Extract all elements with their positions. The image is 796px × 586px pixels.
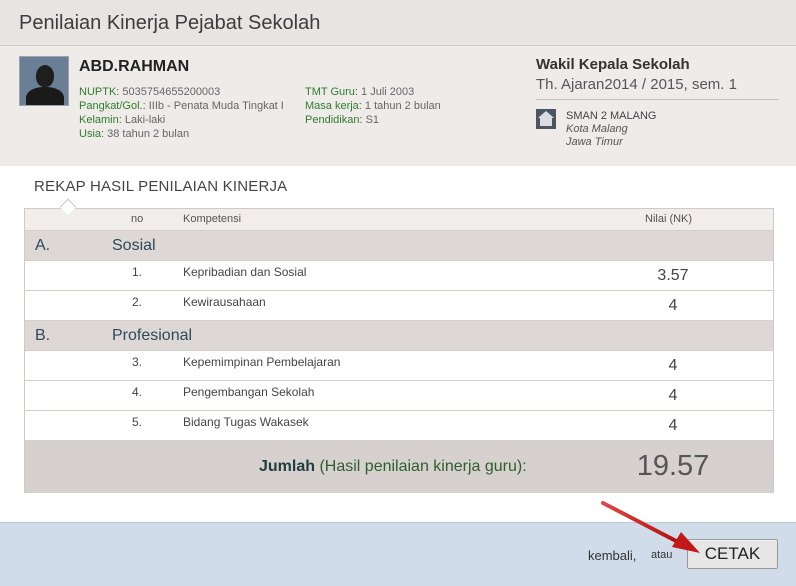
usia-value: 38 tahun 2 bulan (107, 128, 190, 140)
item-no: 3. (132, 355, 143, 369)
page-title: Penilaian Kinerja Pejabat Sekolah (19, 12, 321, 34)
school-province: Jawa Timur (566, 136, 623, 148)
header-no: no (131, 213, 144, 225)
avatar (19, 56, 69, 106)
header-kompetensi: Kompetensi (183, 213, 242, 225)
category-name: Sosial (112, 237, 156, 254)
role-title: Wakil Kepala Sekolah (536, 56, 690, 73)
profile-info-left: NUPTK: 5035754655200003 Pangkat/Gol.: II… (79, 85, 297, 141)
school-city: Kota Malang (566, 123, 628, 135)
category-letter: A. (35, 237, 51, 254)
divider (536, 99, 779, 100)
item-no: 4. (132, 385, 143, 399)
cetak-button[interactable]: CETAK (687, 539, 778, 569)
item-kompetensi: Kepemimpinan Pembelajaran (183, 355, 341, 369)
profile-info-right: TMT Guru: 1 Juli 2003 Masa kerja: 1 tahu… (305, 85, 525, 127)
pangkat-label: Pangkat/Gol.: (79, 100, 146, 112)
category-row: B. Profesional (25, 321, 773, 351)
kelamin-label: Kelamin: (79, 114, 122, 126)
header-nilai: Nilai (NK) (645, 213, 693, 225)
rekap-title: REKAP HASIL PENILAIAN KINERJA (34, 178, 288, 195)
school-name: SMAN 2 MALANG (566, 110, 657, 122)
tmt-label: TMT Guru: (305, 86, 358, 98)
table-row: 4. Pengembangan Sekolah 4 (25, 381, 773, 411)
academic-year: Th. Ajaran2014 / 2015, sem. 1 (536, 76, 737, 93)
item-kompetensi: Kewirausahaan (183, 295, 266, 309)
nuptk-value: 5035754655200003 (122, 86, 221, 98)
item-no: 1. (132, 265, 143, 279)
pendidikan-label: Pendidikan: (305, 114, 363, 126)
item-no: 2. (132, 295, 143, 309)
total-label-bold: Jumlah (259, 458, 316, 475)
total-label-rest: (Hasil penilaian kinerja guru): (315, 458, 527, 475)
item-nilai: 4 (668, 417, 678, 434)
table-header: no Kompetensi Nilai (NK) (25, 209, 773, 231)
profile-panel: ABD.RAHMAN NUPTK: 5035754655200003 Pangk… (0, 46, 796, 166)
table-row: 2. Kewirausahaan 4 (25, 291, 773, 321)
pangkat-value: IIIb - Penata Muda Tingkat I (148, 100, 284, 112)
total-row: Jumlah (Hasil penilaian kinerja guru): 1… (25, 441, 773, 493)
table-row: 1. Kepribadian dan Sosial 3.57 (25, 261, 773, 291)
school-location: Kota Malang Jawa Timur (566, 123, 628, 149)
footer-bar: kembali, atau CETAK (0, 522, 796, 586)
kelamin-value: Laki-laki (124, 114, 166, 126)
total-value: 19.57 (636, 450, 710, 482)
atau-text: atau (651, 549, 673, 561)
title-bar: Penilaian Kinerja Pejabat Sekolah (0, 0, 796, 46)
person-name: ABD.RAHMAN (79, 58, 190, 75)
tmt-value: 1 Juli 2003 (361, 86, 415, 98)
item-kompetensi: Pengembangan Sekolah (183, 385, 315, 399)
nuptk-label: NUPTK: (79, 86, 120, 98)
pendidikan-value: S1 (365, 114, 380, 126)
item-nilai: 3.57 (657, 267, 689, 284)
item-nilai: 4 (668, 357, 678, 374)
masa-kerja-value: 1 tahun 2 bulan (364, 100, 441, 112)
table-row: 5. Bidang Tugas Wakasek 4 (25, 411, 773, 441)
category-row: A. Sosial (25, 231, 773, 261)
item-nilai: 4 (668, 297, 678, 314)
rekap-table: no Kompetensi Nilai (NK) A. Sosial 1. Ke… (24, 208, 774, 493)
usia-label: Usia: (79, 128, 105, 140)
item-no: 5. (132, 415, 143, 429)
table-row: 3. Kepemimpinan Pembelajaran 4 (25, 351, 773, 381)
item-nilai: 4 (668, 387, 678, 404)
masa-kerja-label: Masa kerja: (305, 100, 362, 112)
school-icon (536, 109, 556, 129)
kembali-link[interactable]: kembali, (588, 548, 636, 563)
item-kompetensi: Bidang Tugas Wakasek (183, 415, 309, 429)
item-kompetensi: Kepribadian dan Sosial (183, 265, 307, 279)
category-name: Profesional (112, 327, 193, 344)
category-letter: B. (35, 327, 51, 344)
total-label: Jumlah (Hasil penilaian kinerja guru): (259, 458, 527, 476)
